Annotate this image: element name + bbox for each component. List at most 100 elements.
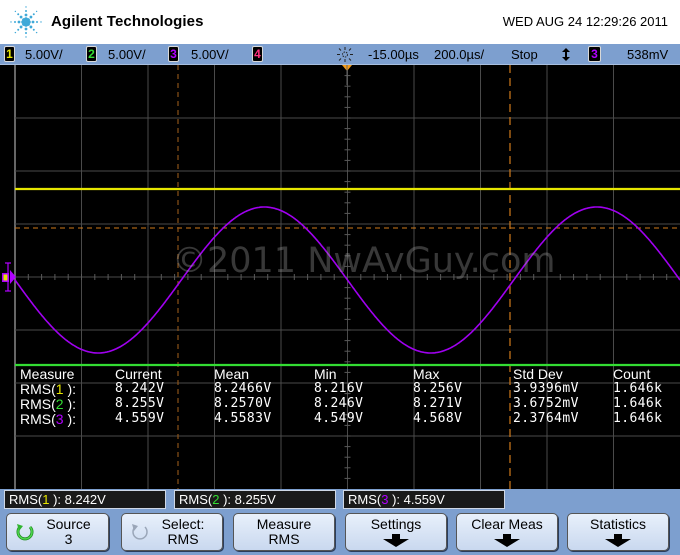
logo-dot xyxy=(19,25,23,29)
measure-softkey[interactable]: Measure RMS xyxy=(233,513,335,551)
table-row: RMS(3 ): 4.559V 4.5583V 4.549V 4.568V 2.… xyxy=(16,411,680,427)
channel-4-badge[interactable]: 4 xyxy=(252,46,263,62)
logo-dot xyxy=(17,20,21,24)
logo-dot xyxy=(24,27,28,31)
rotate-knob-icon xyxy=(16,524,34,541)
logo-dot xyxy=(19,15,23,19)
softkey-label: Statistics xyxy=(589,516,646,532)
header-std-dev: Std Dev xyxy=(513,366,563,382)
logo-dot xyxy=(31,20,35,24)
up-down-arrow-icon xyxy=(562,48,570,61)
logo-dot xyxy=(25,10,27,12)
softkey-label: Select: xyxy=(161,516,205,532)
softkey-label: Measure xyxy=(256,516,312,532)
header-min: Min xyxy=(314,366,337,382)
cell-count: 1.646k xyxy=(613,411,663,426)
logo-dot xyxy=(32,13,35,16)
cell-count: 1.646k xyxy=(613,381,663,396)
cell-max: 8.256V xyxy=(413,381,463,396)
logo-dot xyxy=(29,25,33,29)
cell-count: 1.646k xyxy=(613,396,663,411)
down-arrow-icon xyxy=(494,534,520,547)
cell-max: 4.568V xyxy=(413,411,463,426)
logo-dot xyxy=(36,21,38,23)
channel-3-scale[interactable]: 5.00V/ xyxy=(191,46,229,63)
rotate-knob-icon xyxy=(132,524,148,540)
logo-dot xyxy=(25,36,27,38)
logo-dot xyxy=(24,13,28,17)
channel-1-badge[interactable]: 1 xyxy=(4,46,15,62)
softkey-value: 3 xyxy=(64,531,73,547)
source-softkey[interactable]: Source 3 xyxy=(6,513,109,551)
channel-3-badge[interactable]: 3 xyxy=(168,46,179,62)
logo-dot xyxy=(35,10,38,13)
logo-dot xyxy=(17,13,20,16)
readout-rms-1: RMS(1 ): 8.242V xyxy=(4,490,166,509)
cell-current: 4.559V xyxy=(115,411,165,426)
table-row: RMS(1 ): 8.242V 8.2466V 8.216V 8.256V 3.… xyxy=(16,381,680,397)
status-bar: 1 5.00V/ 2 5.00V/ 3 5.00V/ 4 -15.00µs 20… xyxy=(0,44,680,65)
logo-dot xyxy=(23,19,29,25)
cell-mean: 8.2466V xyxy=(214,381,272,396)
agilent-spark-logo-icon xyxy=(10,6,42,38)
cell-current: 8.255V xyxy=(115,396,165,411)
measurement-statistics-table: Measure Current Mean Min Max Std Dev Cou… xyxy=(16,366,680,436)
softkey-value: RMS xyxy=(268,531,300,547)
readout-rms-3: RMS(3 ): 4.559V xyxy=(343,490,505,509)
header-current: Current xyxy=(115,366,162,382)
table-row: RMS(2 ): 8.255V 8.2570V 8.246V 8.271V 3.… xyxy=(16,396,680,412)
header-measure: Measure xyxy=(20,366,75,382)
cell-current: 8.242V xyxy=(115,381,165,396)
cell-std-dev: 3.9396mV xyxy=(513,381,579,396)
down-arrow-icon xyxy=(383,534,409,547)
row-label: RMS(1 ): xyxy=(20,381,77,397)
channel-2-scale[interactable]: 5.00V/ xyxy=(108,46,146,63)
header-count: Count xyxy=(613,366,651,382)
row-label: RMS(2 ): xyxy=(20,396,77,412)
logo-dot xyxy=(17,28,20,31)
cell-std-dev: 2.3764mV xyxy=(513,411,579,426)
logo-dot xyxy=(14,10,17,13)
cell-min: 4.549V xyxy=(314,411,364,426)
timebase-scale[interactable]: 200.0µs/ xyxy=(434,46,484,63)
table-header-row: Measure Current Mean Min Max Std Dev Cou… xyxy=(16,366,680,382)
readout-rms-2: RMS(2 ): 8.255V xyxy=(174,490,336,509)
cell-mean: 4.5583V xyxy=(214,411,272,426)
cell-mean: 8.2570V xyxy=(214,396,272,411)
cell-std-dev: 3.6752mV xyxy=(513,396,579,411)
clear-meas-softkey[interactable]: Clear Meas xyxy=(456,513,558,551)
horizontal-delay[interactable]: -15.00µs xyxy=(368,46,419,63)
cell-max: 8.271V xyxy=(413,396,463,411)
logo-dot xyxy=(25,6,27,8)
cell-min: 8.216V xyxy=(314,381,364,396)
trigger-level[interactable]: 538mV xyxy=(627,46,668,63)
softkey-label: Clear Meas xyxy=(471,516,543,532)
logo-dot xyxy=(14,21,16,23)
trigger-source-badge[interactable]: 3 xyxy=(588,46,601,62)
cell-min: 8.246V xyxy=(314,396,364,411)
header-mean: Mean xyxy=(214,366,250,382)
run-state[interactable]: Stop xyxy=(511,46,538,63)
softkey-value: RMS xyxy=(167,531,199,547)
logo-dot xyxy=(25,32,27,34)
softkey-panel: RMS(1 ): 8.242V RMS(2 ): 8.255V RMS(3 ):… xyxy=(0,489,680,555)
down-arrow-icon xyxy=(605,534,631,547)
trigger-sun-icon xyxy=(337,47,353,62)
channel-1-scale[interactable]: 5.00V/ xyxy=(25,46,63,63)
logo-dot xyxy=(40,21,42,23)
header-max: Max xyxy=(413,366,440,382)
logo-dot xyxy=(14,31,17,34)
row-label: RMS(3 ): xyxy=(20,411,77,427)
logo-dot xyxy=(32,28,35,31)
softkey-label: Settings xyxy=(370,516,422,532)
statistics-softkey[interactable]: Statistics xyxy=(567,513,669,551)
header: Agilent Technologies WED AUG 24 12:29:26… xyxy=(0,0,680,44)
channel-2-badge[interactable]: 2 xyxy=(86,46,97,62)
softkey-label: Source xyxy=(46,516,91,532)
logo-dot xyxy=(29,15,33,19)
logo-dot xyxy=(10,21,12,23)
brand-name: Agilent Technologies xyxy=(51,13,204,30)
logo-dot xyxy=(35,31,38,34)
select-softkey[interactable]: Select: RMS xyxy=(121,513,223,551)
settings-softkey[interactable]: Settings xyxy=(345,513,447,551)
